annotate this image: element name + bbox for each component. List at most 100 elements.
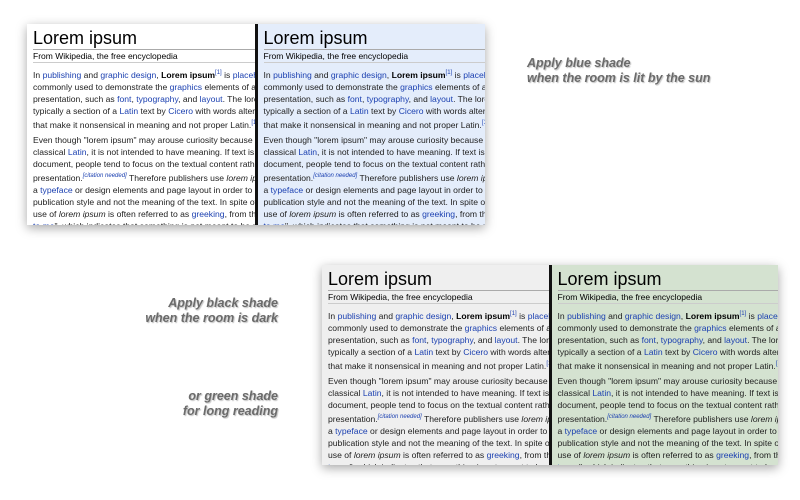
- link[interactable]: Latin: [414, 347, 433, 357]
- text: , it is not intended to have meaning. If…: [381, 388, 549, 398]
- link[interactable]: publishing: [567, 311, 606, 321]
- text: presentation.: [557, 414, 608, 424]
- link[interactable]: to me: [264, 221, 286, 225]
- link[interactable]: Latin: [592, 388, 611, 398]
- text: with words altered: [425, 106, 485, 116]
- link[interactable]: Latin: [119, 106, 138, 116]
- link[interactable]: Latin: [644, 347, 663, 357]
- text: is often referred to as: [336, 209, 423, 219]
- link[interactable]: graphics: [400, 82, 432, 92]
- text-line: use of lorem ipsum is often referred to …: [328, 449, 549, 461]
- link[interactable]: layout: [495, 335, 518, 345]
- link[interactable]: typeface: [565, 426, 598, 436]
- link[interactable]: graphics: [170, 82, 202, 92]
- reference-link[interactable]: [1]: [482, 120, 485, 126]
- link[interactable]: Cicero: [168, 106, 193, 116]
- article-panel-green-shade: Lorem ipsum From Wikipedia, the free ency…: [551, 265, 779, 465]
- citation-needed-link[interactable]: [citation needed]: [83, 173, 127, 179]
- text-line: that make it nonsensical in meaning and …: [33, 117, 255, 131]
- link[interactable]: publishing: [338, 311, 377, 321]
- link[interactable]: font: [412, 335, 426, 345]
- link[interactable]: layout: [200, 94, 223, 104]
- link[interactable]: typeface: [271, 185, 304, 195]
- text: a: [263, 185, 271, 195]
- link[interactable]: font: [348, 94, 362, 104]
- link[interactable]: typography: [367, 94, 409, 104]
- link[interactable]: Latin: [68, 147, 87, 157]
- link[interactable]: graphic design: [331, 70, 387, 80]
- text-line: presentation.[citation needed] Therefore…: [33, 170, 255, 184]
- link[interactable]: layout: [430, 94, 453, 104]
- link[interactable]: publishing: [43, 70, 82, 80]
- paragraph: Even though "lorem ipsum" may arouse cur…: [33, 134, 255, 225]
- article-subtitle: From Wikipedia, the free encyclopedia: [328, 291, 549, 304]
- text-line: that make it nonsensical in meaning and …: [328, 358, 549, 372]
- link[interactable]: graphics: [694, 323, 726, 333]
- link[interactable]: placeholder: [528, 311, 549, 321]
- link[interactable]: layout: [724, 335, 747, 345]
- link[interactable]: font: [117, 94, 131, 104]
- link[interactable]: to me: [328, 462, 350, 465]
- text-line: commonly used to demonstrate the graphic…: [264, 81, 486, 93]
- text: document, people tend to focus on the te…: [33, 159, 255, 169]
- text-line: presentation, such as font, typography, …: [328, 334, 549, 346]
- text: document, people tend to focus on the te…: [557, 400, 779, 410]
- link[interactable]: greeking: [716, 450, 749, 460]
- link[interactable]: graphics: [465, 323, 497, 333]
- link[interactable]: Cicero: [399, 106, 424, 116]
- link[interactable]: greeking: [192, 209, 225, 219]
- text-line: presentation, such as font, typography, …: [558, 334, 779, 346]
- citation-needed-link[interactable]: [citation needed]: [607, 414, 651, 420]
- caption-line: Apply black shade: [168, 296, 278, 310]
- reference-link[interactable]: [1]: [776, 361, 778, 367]
- article-panel-black-shade: Lorem ipsum From Wikipedia, the free ency…: [322, 265, 549, 465]
- paragraph: In publishing and graphic design, Lorem …: [33, 67, 255, 131]
- text: that make it nonsensical in meaning and …: [557, 361, 776, 371]
- link[interactable]: publishing: [273, 70, 312, 80]
- text: text by: [138, 106, 169, 116]
- text: typically a section of a: [263, 106, 350, 116]
- link[interactable]: Latin: [298, 147, 317, 157]
- link[interactable]: placeholder: [757, 311, 778, 321]
- link[interactable]: to me: [558, 462, 580, 465]
- text: classical: [557, 388, 593, 398]
- link[interactable]: Cicero: [693, 347, 718, 357]
- citation-needed-link[interactable]: [citation needed]: [313, 173, 357, 179]
- text: is: [452, 70, 464, 80]
- link[interactable]: graphic design: [395, 311, 451, 321]
- link[interactable]: greeking: [422, 209, 455, 219]
- text: presentation.: [328, 414, 378, 424]
- link[interactable]: Cicero: [463, 347, 488, 357]
- reference-link[interactable]: [1]: [546, 361, 548, 367]
- text: Therefore publishers use: [357, 173, 457, 183]
- caption-line: Apply blue shade: [527, 56, 631, 70]
- link[interactable]: typography: [431, 335, 473, 345]
- text: with words altered: [719, 347, 778, 357]
- link[interactable]: typography: [136, 94, 178, 104]
- link[interactable]: graphic design: [100, 70, 156, 80]
- link[interactable]: typography: [661, 335, 703, 345]
- text: typically a section of a: [328, 347, 415, 357]
- reference-link[interactable]: [1]: [215, 70, 222, 76]
- link[interactable]: typeface: [40, 185, 73, 195]
- text: classical: [263, 147, 299, 157]
- link[interactable]: greeking: [487, 450, 520, 460]
- text: In: [263, 70, 274, 80]
- link[interactable]: placeholder: [463, 70, 485, 80]
- text: use of: [263, 209, 290, 219]
- italic-text: lorem ipsum: [353, 450, 401, 460]
- link[interactable]: graphic design: [625, 311, 681, 321]
- reference-link[interactable]: [1]: [251, 120, 254, 126]
- link[interactable]: Latin: [363, 388, 382, 398]
- text: , from the: [224, 209, 255, 219]
- citation-needed-link[interactable]: [citation needed]: [378, 414, 422, 420]
- link[interactable]: placeholder: [233, 70, 255, 80]
- italic-text: lorem ip: [226, 173, 255, 183]
- text: presentation, such as: [33, 94, 118, 104]
- link[interactable]: Latin: [350, 106, 369, 116]
- link[interactable]: to me: [33, 221, 55, 225]
- link[interactable]: font: [642, 335, 656, 345]
- text: is often referred to as: [105, 209, 192, 219]
- link[interactable]: typeface: [335, 426, 368, 436]
- reference-link[interactable]: [1]: [510, 311, 517, 317]
